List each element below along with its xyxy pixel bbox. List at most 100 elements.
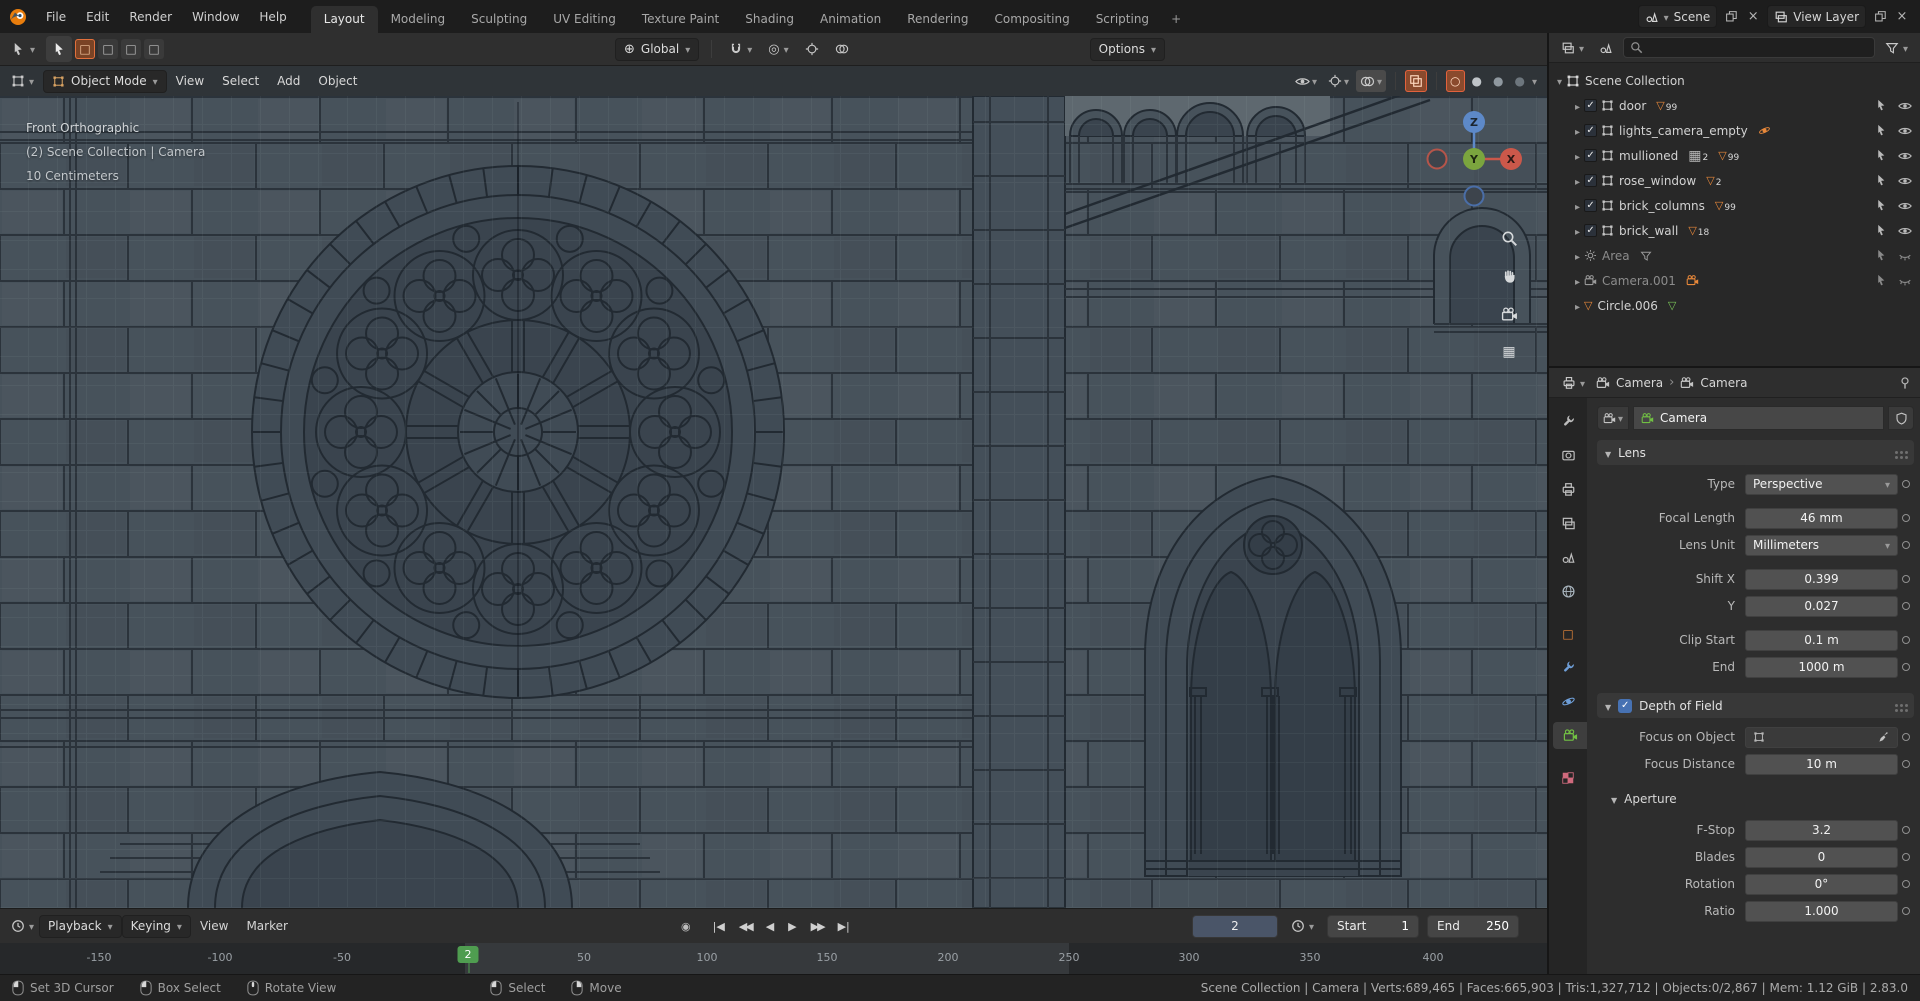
tab-shading[interactable]: Shading bbox=[732, 6, 807, 33]
animate-dot[interactable] bbox=[1898, 853, 1914, 861]
tab-modeling[interactable]: Modeling bbox=[378, 6, 459, 33]
unlink-scene-button[interactable] bbox=[1745, 9, 1761, 25]
breadcrumb-data[interactable]: Camera bbox=[1700, 376, 1747, 390]
shading-material-button[interactable] bbox=[1489, 70, 1507, 92]
item-name[interactable]: lights_camera_empty bbox=[1619, 124, 1748, 138]
animate-dot[interactable] bbox=[1898, 514, 1914, 522]
tab-render[interactable] bbox=[1553, 442, 1583, 469]
outliner-item-area[interactable]: Area bbox=[1553, 243, 1916, 268]
animate-dot[interactable] bbox=[1898, 480, 1914, 488]
outliner-item-lights-camera-empty[interactable]: lights_camera_empty bbox=[1553, 118, 1916, 143]
outliner-item-mullioned[interactable]: mullioned 2 99 bbox=[1553, 143, 1916, 168]
current-frame-field[interactable]: 2 bbox=[1191, 914, 1278, 938]
play-button[interactable] bbox=[783, 918, 801, 935]
pan-hand-button[interactable] bbox=[1495, 262, 1523, 290]
tab-modifiers[interactable] bbox=[1553, 654, 1583, 681]
tab-scene[interactable] bbox=[1553, 544, 1583, 571]
collection-name[interactable]: Scene Collection bbox=[1585, 74, 1685, 88]
overlays-dropdown[interactable] bbox=[1356, 70, 1387, 92]
animate-dot[interactable] bbox=[1898, 575, 1914, 583]
axis-neg-z-ball[interactable] bbox=[1463, 185, 1485, 207]
select-mode-intersect-toggle[interactable] bbox=[144, 39, 165, 59]
selectable-icon[interactable] bbox=[1875, 199, 1888, 212]
new-view-layer-button[interactable] bbox=[1872, 9, 1888, 25]
snap-toggle[interactable] bbox=[724, 40, 757, 58]
focus-object-field[interactable] bbox=[1745, 726, 1898, 748]
expand-icon[interactable] bbox=[1575, 124, 1580, 138]
eye-closed-icon[interactable] bbox=[1898, 274, 1912, 288]
animate-dot[interactable] bbox=[1898, 733, 1914, 741]
tab-rendering[interactable]: Rendering bbox=[894, 6, 981, 33]
shading-dropdown[interactable] bbox=[1532, 74, 1537, 88]
next-keyframe-button[interactable] bbox=[806, 918, 829, 935]
viewport-menu-view[interactable]: View bbox=[167, 74, 213, 88]
current-frame-indicator[interactable]: 2 bbox=[457, 946, 479, 973]
panel-grip-icon[interactable] bbox=[1895, 704, 1898, 707]
display-mode-button[interactable] bbox=[1594, 39, 1618, 57]
menu-window[interactable]: Window bbox=[182, 0, 249, 33]
expand-icon[interactable] bbox=[1575, 199, 1580, 213]
shading-wireframe-button[interactable] bbox=[1446, 70, 1465, 92]
auto-keying-button[interactable] bbox=[676, 918, 696, 935]
shading-solid-button[interactable] bbox=[1468, 70, 1486, 92]
animate-dot[interactable] bbox=[1898, 826, 1914, 834]
tab-uv-editing[interactable]: UV Editing bbox=[540, 6, 629, 33]
animate-dot[interactable] bbox=[1898, 760, 1914, 768]
outliner-item-rose-window[interactable]: rose_window 2 bbox=[1553, 168, 1916, 193]
eye-icon[interactable] bbox=[1898, 149, 1912, 163]
item-name[interactable]: Camera.001 bbox=[1602, 274, 1676, 288]
menu-help[interactable]: Help bbox=[249, 0, 296, 33]
outliner-editor-type-button[interactable] bbox=[1556, 39, 1589, 57]
expand-icon[interactable] bbox=[1575, 249, 1580, 263]
select-box-tool-button[interactable] bbox=[46, 36, 73, 62]
jump-to-start-button[interactable] bbox=[708, 918, 730, 935]
item-name[interactable]: mullioned bbox=[1619, 149, 1678, 163]
aperture-panel-header[interactable]: Aperture bbox=[1603, 786, 1914, 811]
tab-world[interactable] bbox=[1553, 578, 1583, 605]
menu-render[interactable]: Render bbox=[119, 0, 182, 33]
tab-object-data[interactable] bbox=[1553, 722, 1587, 749]
fstop-field[interactable]: 3.2 bbox=[1745, 819, 1898, 841]
expand-icon[interactable] bbox=[1575, 99, 1580, 113]
tab-output[interactable] bbox=[1553, 476, 1583, 503]
blades-field[interactable]: 0 bbox=[1745, 846, 1898, 868]
item-name[interactable]: brick_wall bbox=[1619, 224, 1678, 238]
timeline-editor-type-button[interactable] bbox=[6, 917, 39, 935]
tab-scripting[interactable]: Scripting bbox=[1083, 6, 1162, 33]
menu-file[interactable]: File bbox=[36, 0, 76, 33]
pin-icon[interactable] bbox=[1898, 376, 1912, 390]
select-mode-subtract-toggle[interactable] bbox=[121, 39, 142, 59]
playback-dropdown[interactable]: Playback bbox=[39, 914, 122, 938]
tab-sculpting[interactable]: Sculpting bbox=[458, 6, 540, 33]
focus-distance-field[interactable]: 10 m bbox=[1745, 753, 1898, 775]
options-extra-toggle[interactable] bbox=[830, 40, 854, 58]
new-scene-button[interactable] bbox=[1723, 9, 1739, 25]
camera-data-name-field[interactable]: Camera bbox=[1633, 406, 1884, 430]
rotation-field[interactable]: 0° bbox=[1745, 873, 1898, 895]
frame-end-field[interactable]: End 250 bbox=[1427, 914, 1519, 938]
lens-type-dropdown[interactable]: Perspective bbox=[1745, 473, 1898, 495]
dof-checkbox[interactable] bbox=[1618, 698, 1633, 713]
play-reverse-button[interactable] bbox=[761, 918, 779, 935]
filter-button[interactable] bbox=[1880, 39, 1913, 57]
select-mode-new-toggle[interactable] bbox=[75, 39, 96, 59]
expand-icon[interactable] bbox=[1557, 74, 1562, 88]
options-dropdown[interactable]: Options bbox=[1089, 37, 1165, 61]
zoom-button[interactable] bbox=[1495, 224, 1523, 252]
jump-to-end-button[interactable] bbox=[833, 918, 855, 935]
outliner-item-circle-006[interactable]: Circle.006 bbox=[1553, 293, 1916, 318]
outliner-item-brick-wall[interactable]: brick_wall 18 bbox=[1553, 218, 1916, 243]
xray-toggle[interactable] bbox=[1405, 70, 1428, 92]
search-input[interactable] bbox=[1648, 40, 1868, 55]
browse-camera-data-button[interactable] bbox=[1597, 406, 1630, 430]
lens-panel-header[interactable]: Lens bbox=[1597, 440, 1914, 465]
timeline-menu-marker[interactable]: Marker bbox=[237, 919, 296, 933]
collection-checkbox[interactable] bbox=[1584, 199, 1598, 212]
collection-checkbox[interactable] bbox=[1584, 149, 1598, 162]
use-preview-range-button[interactable] bbox=[1286, 917, 1319, 935]
selectable-icon[interactable] bbox=[1875, 274, 1888, 287]
gizmos-dropdown[interactable] bbox=[1324, 70, 1353, 92]
viewport-menu-object[interactable]: Object bbox=[309, 74, 366, 88]
animate-dot[interactable] bbox=[1898, 663, 1914, 671]
dof-panel-header[interactable]: Depth of Field bbox=[1597, 693, 1914, 718]
